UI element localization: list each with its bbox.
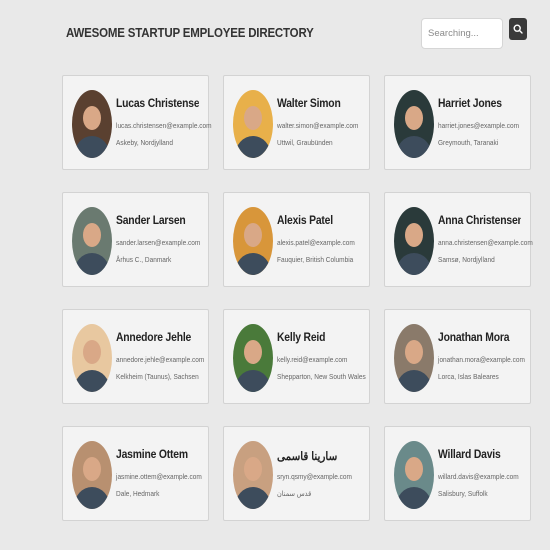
employee-location: Århus C., Danmark xyxy=(116,255,172,264)
employee-card[interactable]: Alexis Patel alexis.patel@example.com Fauq… xyxy=(223,192,370,287)
employee-location: Samsø, Nordjylland xyxy=(438,255,495,264)
employee-name: Harriet Jones xyxy=(438,98,502,110)
employee-email: willard.davis@example.com xyxy=(438,472,519,481)
employee-name: Anna Christensen xyxy=(438,215,521,227)
employee-name: Kelly Reid xyxy=(277,332,326,344)
employee-email: sander.larsen@example.com xyxy=(116,238,201,247)
employee-email: lucas.christensen@example.com xyxy=(116,121,212,130)
employee-card[interactable]: Kelly Reid kelly.reid@example.com Sheppart… xyxy=(223,309,370,404)
employee-card[interactable]: Jasmine Ottem jasmine.ottem@example.com Da… xyxy=(62,426,209,521)
employee-name: Jasmine Ottem xyxy=(116,449,188,461)
employee-card[interactable]: سارينا قاسمی sryn.qsmy@example.com قدس سمن… xyxy=(223,426,370,521)
header: AWESOME STARTUP EMPLOYEE DIRECTORY xyxy=(0,0,550,70)
employee-name: Sander Larsen xyxy=(116,215,186,227)
avatar xyxy=(233,324,273,392)
employee-card[interactable]: Walter Simon walter.simon@example.com Uttw… xyxy=(223,75,370,170)
employee-card[interactable]: Anna Christensen anna.christensen@example… xyxy=(384,192,533,287)
employee-name: Willard Davis xyxy=(438,449,501,461)
employee-email: anna.christensen@example.com xyxy=(438,238,533,247)
employee-email: alexis.patel@example.com xyxy=(277,238,355,247)
employee-name: سارينا قاسمی xyxy=(277,451,338,463)
avatar xyxy=(394,207,434,275)
employee-card[interactable]: Annedore Jehle annedore.jehle@example.com… xyxy=(62,309,209,404)
employee-location: قدس سمنان xyxy=(277,489,312,498)
employee-location: Fauquier, British Columbia xyxy=(277,255,354,264)
employee-location: Lorca, Islas Baleares xyxy=(438,372,499,381)
employee-name: Lucas Christensen xyxy=(116,98,199,110)
employee-email: jasmine.ottem@example.com xyxy=(116,472,202,481)
employee-email: annedore.jehle@example.com xyxy=(116,355,205,364)
avatar xyxy=(72,441,112,509)
employee-location: Kelkheim (Taunus), Sachsen xyxy=(116,372,199,381)
search-button[interactable] xyxy=(509,18,527,40)
employee-name: Walter Simon xyxy=(277,98,341,110)
avatar xyxy=(72,324,112,392)
employee-location: Greymouth, Taranaki xyxy=(438,138,499,147)
employee-location: Dale, Hedmark xyxy=(116,489,160,498)
avatar xyxy=(233,441,273,509)
avatar xyxy=(72,207,112,275)
employee-name: Annedore Jehle xyxy=(116,332,192,344)
employee-card[interactable]: Lucas Christensen lucas.christensen@examp… xyxy=(62,75,212,170)
employee-name: Alexis Patel xyxy=(277,215,333,227)
employee-location: Salisbury, Suffolk xyxy=(438,489,488,498)
page-title: AWESOME STARTUP EMPLOYEE DIRECTORY xyxy=(66,26,314,40)
avatar xyxy=(394,324,434,392)
employee-card[interactable]: Harriet Jones harriet.jones@example.com Gr… xyxy=(384,75,531,170)
employee-card[interactable]: Sander Larsen sander.larsen@example.com År… xyxy=(62,192,209,287)
employee-email: harriet.jones@example.com xyxy=(438,121,520,130)
search-icon xyxy=(513,24,523,34)
employee-email: sryn.qsmy@example.com xyxy=(277,472,352,481)
avatar xyxy=(394,441,434,509)
avatar xyxy=(233,90,273,158)
employee-card[interactable]: Willard Davis willard.davis@example.com Sa… xyxy=(384,426,531,521)
employee-name: Jonathan Mora xyxy=(438,332,510,344)
search-input[interactable] xyxy=(421,18,503,49)
employee-email: walter.simon@example.com xyxy=(277,121,359,130)
avatar xyxy=(72,90,112,158)
employee-location: Shepparton, New South Wales xyxy=(277,372,366,381)
employee-location: Askeby, Nordjylland xyxy=(116,138,173,147)
employee-location: Uttwil, Graubünden xyxy=(277,138,333,147)
avatar xyxy=(394,90,434,158)
employee-card[interactable]: Jonathan Mora jonathan.mora@example.com Lo… xyxy=(384,309,531,404)
employee-email: jonathan.mora@example.com xyxy=(438,355,525,364)
avatar xyxy=(233,207,273,275)
employee-email: kelly.reid@example.com xyxy=(277,355,348,364)
